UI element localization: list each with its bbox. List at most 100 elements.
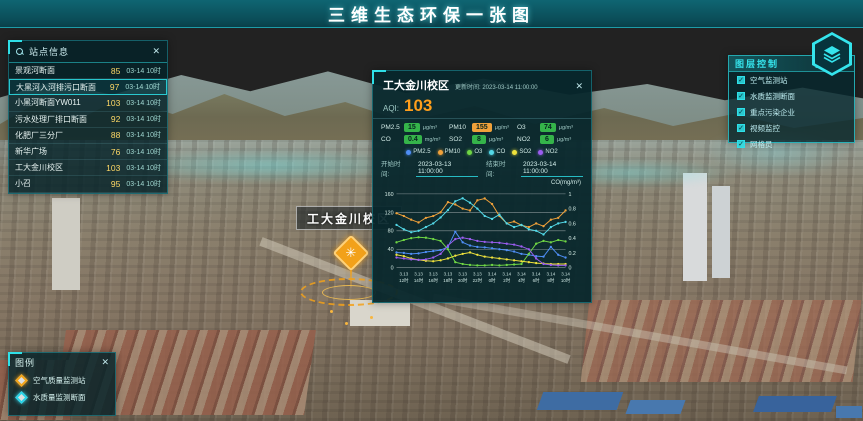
station-update-time: 03-14 10时 bbox=[126, 114, 161, 124]
legend-marker-icon bbox=[15, 391, 28, 404]
pollutant-label: PM2.5 bbox=[381, 124, 401, 131]
layer-item[interactable]: ✓视频监控 bbox=[729, 120, 854, 136]
chart-legend-item[interactable]: CO bbox=[489, 149, 505, 155]
end-time-input[interactable]: 2023-03-14 11:00:00 bbox=[521, 161, 583, 177]
svg-text:10时: 10时 bbox=[561, 277, 571, 283]
update-time-label: 更新时间: bbox=[455, 85, 481, 91]
legend-label: O3 bbox=[474, 149, 482, 155]
pollutant-value-badge: 15 bbox=[404, 123, 420, 132]
station-name: 工大金川校区 bbox=[15, 162, 100, 173]
station-marker[interactable]: ✳ bbox=[338, 240, 364, 266]
search-icon[interactable] bbox=[16, 48, 24, 56]
station-update-time: 03-14 10时 bbox=[126, 147, 161, 157]
layer-checkbox[interactable]: ✓ bbox=[737, 92, 745, 100]
svg-text:14时: 14时 bbox=[414, 277, 424, 283]
pollutant-label: O3 bbox=[517, 124, 537, 131]
layer-item[interactable]: ✓ 网格员 bbox=[729, 136, 854, 152]
pollutant-value-badge: 6 bbox=[540, 135, 554, 144]
chart-legend-item[interactable]: O3 bbox=[467, 149, 482, 155]
svg-text:3.14: 3.14 bbox=[547, 271, 556, 276]
layer-label: 重点污染企业 bbox=[750, 107, 795, 118]
station-name: 化肥厂三分厂 bbox=[15, 130, 100, 141]
station-aqi-value: 103 bbox=[100, 98, 120, 108]
station-list-item[interactable]: 小黑河断面YW011103 03-14 10时 bbox=[9, 95, 167, 111]
layer-checkbox[interactable]: ✓ bbox=[737, 140, 745, 148]
layer-label: 网格员 bbox=[750, 139, 773, 150]
layer-checkbox[interactable]: ✓ bbox=[737, 108, 745, 116]
close-icon[interactable]: ✕ bbox=[575, 82, 583, 91]
svg-text:20时: 20时 bbox=[458, 277, 468, 283]
legend-dot bbox=[467, 150, 472, 155]
station-name: 新华广场 bbox=[15, 146, 100, 157]
svg-text:3.14: 3.14 bbox=[532, 271, 541, 276]
pollutant-reading: PM10155μg/m³ bbox=[449, 123, 515, 132]
station-update-time: 03-14 10时 bbox=[126, 130, 161, 140]
pollutant-value-badge: 8 bbox=[472, 135, 486, 144]
map-legend-item: 空气质量监测站 bbox=[9, 372, 115, 389]
station-aqi-value: 97 bbox=[99, 82, 119, 92]
layer-checkbox[interactable]: ✓ bbox=[737, 124, 745, 132]
station-aqi-value: 88 bbox=[100, 130, 120, 140]
blue-roof bbox=[836, 406, 862, 418]
svg-text:6时: 6时 bbox=[533, 277, 540, 283]
station-name: 小黑河断面YW011 bbox=[15, 97, 100, 108]
station-list-item[interactable]: 污水处理厂排口断面92 03-14 10时 bbox=[9, 112, 167, 128]
pollutant-unit: μg/m³ bbox=[557, 137, 571, 143]
pollutant-label: SO2 bbox=[449, 136, 469, 143]
pollutant-label: PM10 bbox=[449, 124, 469, 131]
pollutant-unit: μg/m³ bbox=[559, 125, 573, 131]
legend-label: NO2 bbox=[545, 149, 557, 155]
pollutant-reading: PM2.515μg/m³ bbox=[381, 123, 447, 132]
pollutant-readings: PM2.515μg/m³PM10155μg/m³O374μg/m³CO0.4mg… bbox=[373, 119, 591, 146]
station-list-item[interactable]: 新华广场76 03-14 10时 bbox=[9, 144, 167, 160]
update-time: 更新时间: 2023-03-14 11:00:00 bbox=[455, 82, 569, 91]
station-update-time: 03-14 10时 bbox=[126, 66, 161, 76]
chart-legend-item[interactable]: PM2.5 bbox=[406, 149, 430, 155]
particle-dot bbox=[345, 322, 348, 325]
layers-toggle-button[interactable] bbox=[812, 32, 852, 76]
legend-dot bbox=[406, 150, 411, 155]
layer-item[interactable]: ✓ 重点污染企业 bbox=[729, 104, 854, 120]
layer-item[interactable]: ✓水质监测断面 bbox=[729, 88, 854, 104]
station-name: 污水处理厂排口断面 bbox=[15, 114, 100, 125]
layer-checkbox[interactable]: ✓ bbox=[737, 76, 745, 84]
station-list-item[interactable]: 大黑河入河排污口断面97 03-14 10时 bbox=[9, 79, 167, 95]
chart-legend-item[interactable]: SO2 bbox=[512, 149, 531, 155]
station-aqi-value: 92 bbox=[100, 114, 120, 124]
station-update-time: 03-14 10时 bbox=[125, 82, 160, 92]
svg-text:3.13: 3.13 bbox=[400, 271, 409, 276]
legend-item-label: 空气质量监测站 bbox=[33, 375, 86, 386]
station-list-item[interactable]: 小召9503-14 10时 bbox=[9, 176, 167, 192]
station-list-item[interactable]: 化肥厂三分厂88 03-14 10时 bbox=[9, 128, 167, 144]
station-list-item[interactable]: 景观河断面8503-14 10时 bbox=[9, 63, 167, 79]
station-name: 小召 bbox=[15, 178, 100, 189]
svg-text:12时: 12时 bbox=[399, 277, 409, 283]
station-list-item[interactable]: 工大金川校区10303-14 10时 bbox=[9, 160, 167, 176]
chart-legend: PM2.5 PM10 O3 CO SO2 NO2 bbox=[373, 146, 591, 156]
chart-legend-item[interactable]: NO2 bbox=[538, 149, 557, 155]
svg-text:0.6: 0.6 bbox=[568, 221, 575, 227]
legend-item-label: 水质量监测断面 bbox=[33, 392, 86, 403]
svg-text:0.4: 0.4 bbox=[568, 236, 575, 242]
end-time-label: 结束时间: bbox=[486, 158, 513, 178]
station-update-time: 03-14 10时 bbox=[126, 98, 161, 108]
svg-text:18时: 18时 bbox=[443, 277, 453, 283]
legend-label: PM10 bbox=[445, 149, 461, 155]
svg-text:3.13: 3.13 bbox=[444, 271, 453, 276]
marker-highlight-ring-inner bbox=[322, 285, 376, 300]
station-aqi-value: 76 bbox=[100, 147, 120, 157]
start-time-input[interactable]: 2023-03-13 11:00:00 bbox=[416, 161, 478, 177]
station-list-panel: 站点信息 ✕ 景观河断面8503-14 10时大黑河入河排污口断面9703-14… bbox=[8, 40, 168, 194]
close-icon[interactable]: ✕ bbox=[101, 358, 109, 367]
layer-panel-title: 图层控制 bbox=[735, 57, 814, 70]
station-aqi-value: 95 bbox=[100, 179, 120, 189]
close-icon[interactable]: ✕ bbox=[152, 47, 160, 56]
chart-legend-item[interactable]: PM10 bbox=[438, 149, 461, 155]
corner-accent bbox=[8, 352, 22, 366]
svg-text:3.14: 3.14 bbox=[561, 271, 570, 276]
legend-label: CO bbox=[496, 149, 505, 155]
station-name: 大黑河入河排污口断面 bbox=[16, 82, 99, 93]
station-aqi-value: 103 bbox=[100, 163, 120, 173]
pollutant-unit: μg/m³ bbox=[423, 125, 437, 131]
svg-text:3.14: 3.14 bbox=[517, 271, 526, 276]
